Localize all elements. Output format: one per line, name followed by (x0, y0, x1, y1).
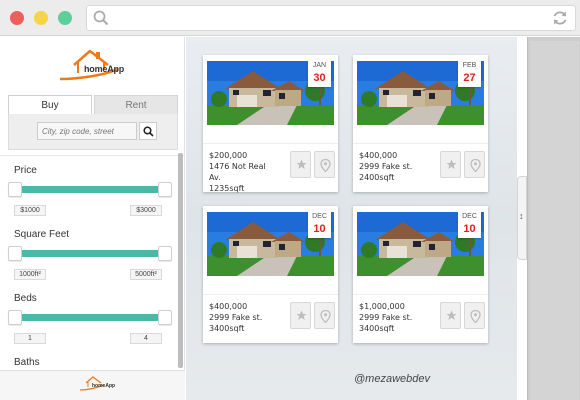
listing-info: $200,000 1476 Not Real Av. 1235sqft (209, 150, 289, 194)
map-pin-button[interactable] (314, 302, 335, 329)
listing-day: 10 (313, 223, 326, 235)
listing-price: $200,000 (209, 151, 248, 160)
favorite-button[interactable] (290, 151, 311, 178)
map-pin-button[interactable] (464, 151, 485, 178)
listing-day: 10 (463, 223, 476, 235)
footer-logo-text: homeApp (92, 383, 116, 389)
listing-price: $400,000 (359, 151, 398, 160)
listing-card[interactable]: JAN 30 $200,000 1476 Not Real Av. 1235sq… (203, 55, 338, 194)
listing-address: 2999 Fake st. (359, 162, 413, 171)
search-icon (93, 10, 109, 31)
favorite-button[interactable] (290, 302, 311, 329)
price-slider-track (16, 186, 164, 193)
beds-max-handle[interactable] (158, 310, 172, 325)
minimize-window-button[interactable] (34, 11, 48, 25)
price-min-handle[interactable] (8, 182, 22, 197)
beds-min-value: 1 (14, 333, 46, 344)
listing-sqft: 2400sqft (359, 173, 395, 182)
house-photo[interactable]: FEB 27 (357, 61, 484, 125)
listing-address-line2: Av. (209, 173, 221, 182)
logo-text: homeApp (84, 64, 125, 74)
listing-card[interactable]: DEC 10 $1,000,000 2999 Fake st. 3400sqft (353, 206, 488, 343)
beds-range-slider[interactable] (8, 310, 172, 325)
price-min-value: $1000 (14, 205, 46, 216)
listings-area: JAN 30 $200,000 1476 Not Real Av. 1235sq… (186, 37, 517, 400)
filter-sidebar: homeApp Buy Rent Price $1000 $3000 Squar… (0, 37, 185, 400)
listing-day: 30 (313, 72, 326, 84)
listing-info: $400,000 2999 Fake st. 3400sqft (209, 301, 289, 334)
listing-address: 2999 Fake st. (359, 313, 413, 322)
map-panel-content (530, 41, 579, 400)
square-feet-filter-label: Square Feet (14, 229, 70, 240)
price-max-value: $3000 (130, 205, 162, 216)
price-max-handle[interactable] (158, 182, 172, 197)
listing-sqft: 3400sqft (209, 324, 245, 333)
address-bar[interactable] (86, 5, 576, 31)
map-pin-button[interactable] (314, 151, 335, 178)
listing-type-tabs: Buy Rent (8, 95, 178, 115)
favorite-button[interactable] (440, 151, 461, 178)
listing-day: 27 (463, 72, 476, 84)
listing-date-badge: DEC 10 (308, 212, 331, 238)
beds-min-handle[interactable] (8, 310, 22, 325)
baths-filter-label: Baths (14, 357, 40, 368)
refresh-icon[interactable] (551, 9, 569, 32)
location-search-input[interactable] (37, 122, 137, 140)
location-search-button[interactable] (139, 122, 157, 140)
square-feet-range-slider[interactable] (8, 246, 172, 261)
sidebar-scrollbar[interactable] (178, 153, 183, 368)
beds-max-value: 4 (130, 333, 162, 344)
map-panel (527, 37, 580, 400)
listing-date-badge: JAN 30 (308, 61, 331, 87)
resize-arrows-icon: ↕ (519, 211, 524, 221)
listing-date-badge: DEC 10 (458, 212, 481, 238)
divider (353, 143, 488, 144)
divider (353, 294, 488, 295)
listing-address: 1476 Not Real (209, 162, 266, 171)
divider (0, 155, 185, 156)
divider (203, 143, 338, 144)
listing-date-badge: FEB 27 (458, 61, 481, 87)
beds-slider-track (16, 314, 164, 321)
listing-month: JAN (312, 62, 327, 69)
favorite-button[interactable] (440, 302, 461, 329)
listing-info: $1,000,000 2999 Fake st. 3400sqft (359, 301, 439, 334)
tab-rent[interactable]: Rent (94, 95, 178, 115)
listing-sqft: 3400sqft (359, 324, 395, 333)
window-titlebar (0, 0, 580, 36)
watermark: @mezawebdev (354, 373, 430, 385)
listing-month: DEC (312, 213, 327, 220)
location-search-panel (8, 114, 178, 150)
square-feet-min-handle[interactable] (8, 246, 22, 261)
square-feet-min-value: 1000ft² (14, 269, 46, 280)
price-filter-label: Price (14, 165, 37, 176)
listing-month: FEB (462, 62, 477, 69)
house-photo[interactable]: DEC 10 (207, 212, 334, 276)
square-feet-max-handle[interactable] (158, 246, 172, 261)
divider (203, 294, 338, 295)
listing-address: 2999 Fake st. (209, 313, 263, 322)
listing-price: $400,000 (209, 302, 248, 311)
resize-handle[interactable]: ↕ (517, 176, 527, 260)
listing-info: $400,000 2999 Fake st. 2400sqft (359, 150, 439, 183)
listing-card[interactable]: FEB 27 $400,000 2999 Fake st. 2400sqft (353, 55, 488, 192)
house-photo[interactable]: DEC 10 (357, 212, 484, 276)
square-feet-max-value: 5000ft² (130, 269, 162, 280)
close-window-button[interactable] (10, 11, 24, 25)
house-photo[interactable]: JAN 30 (207, 61, 334, 125)
tab-buy[interactable]: Buy (8, 95, 92, 115)
listing-price: $1,000,000 (359, 302, 405, 311)
listing-month: DEC (462, 213, 477, 220)
map-pin-button[interactable] (464, 302, 485, 329)
price-range-slider[interactable] (8, 182, 172, 197)
beds-filter-label: Beds (14, 293, 37, 304)
square-feet-slider-track (16, 250, 164, 257)
listing-sqft: 1235sqft (209, 184, 245, 193)
maximize-window-button[interactable] (58, 11, 72, 25)
listing-card[interactable]: DEC 10 $400,000 2999 Fake st. 3400sqft (203, 206, 338, 343)
sidebar-footer: homeApp (0, 370, 185, 400)
